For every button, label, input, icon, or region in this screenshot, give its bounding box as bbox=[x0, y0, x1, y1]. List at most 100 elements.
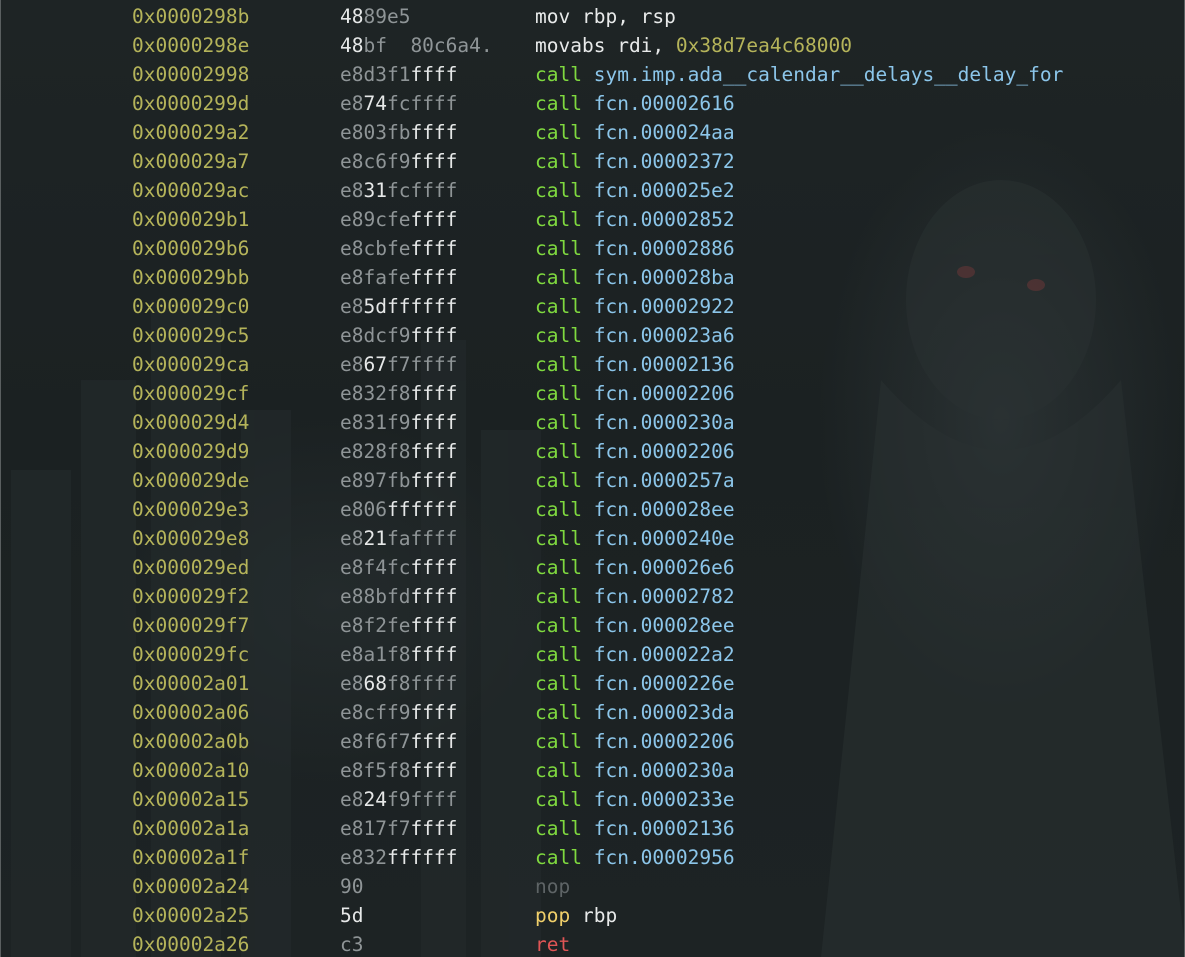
disasm-row[interactable]: 0x000029f7 e8f2feffff call fcn.000028ee bbox=[1, 611, 1184, 640]
instruction-operand[interactable]: fcn.00002206 bbox=[594, 440, 735, 463]
disasm-row[interactable]: 0x0000299d e874fcffff call fcn.00002616 bbox=[1, 89, 1184, 118]
instruction-operand[interactable]: fcn.000026e6 bbox=[594, 556, 735, 579]
instruction-bytes: e85dffffff bbox=[340, 292, 457, 321]
instruction: call fcn.000023a6 bbox=[535, 321, 735, 350]
disasm-row[interactable]: 0x000029ac e831fcffff call fcn.000025e2 bbox=[1, 176, 1184, 205]
instruction-operand[interactable]: sym.imp.ada__calendar__delays__delay_for bbox=[594, 63, 1064, 86]
disasm-row[interactable]: 0x000029b1 e89cfeffff call fcn.00002852 bbox=[1, 205, 1184, 234]
disasm-row[interactable]: 0x000029e3 e806ffffff call fcn.000028ee bbox=[1, 495, 1184, 524]
disasm-row[interactable]: 0x000029c5 e8dcf9ffff call fcn.000023a6 bbox=[1, 321, 1184, 350]
instruction-operand[interactable]: fcn.0000240e bbox=[594, 527, 735, 550]
instruction-address: 0x000029f7 bbox=[132, 614, 250, 637]
disasm-row[interactable]: 0x000029d9 e828f8ffff call fcn.00002206 bbox=[1, 437, 1184, 466]
bytes-dim: e8cbfe bbox=[340, 237, 411, 260]
instruction-operand[interactable]: fcn.000023a6 bbox=[594, 324, 735, 347]
instruction-operand[interactable]: fcn.000025e2 bbox=[594, 179, 735, 202]
instruction-operand[interactable]: fcn.00002852 bbox=[594, 208, 735, 231]
instruction-operand: rbp bbox=[581, 904, 618, 927]
instruction-mnemonic: call bbox=[535, 759, 582, 782]
instruction: call fcn.00002852 bbox=[535, 205, 735, 234]
instruction: call fcn.00002206 bbox=[535, 437, 735, 466]
instruction-bytes: e831fcffff bbox=[340, 176, 457, 205]
bytes-bright: 21 bbox=[363, 527, 387, 550]
disasm-row[interactable]: 0x000029e8 e821faffff call fcn.0000240e bbox=[1, 524, 1184, 553]
disasm-row[interactable]: 0x0000298e 48bf 80c6a4. movabs rdi, 0x38d7… bbox=[1, 31, 1184, 60]
instruction: call fcn.00002922 bbox=[535, 292, 735, 321]
disasm-row[interactable]: 0x000029f2 e88bfdffff call fcn.00002782 bbox=[1, 582, 1184, 611]
instruction-operand[interactable]: fcn.00002136 bbox=[594, 817, 735, 840]
instruction: call fcn.000025e2 bbox=[535, 176, 735, 205]
instruction-operand: rbp, rsp bbox=[581, 5, 676, 28]
instruction-bytes: 5d bbox=[340, 901, 363, 930]
disasm-row[interactable]: 0x00002a01 e868f8ffff call fcn.0000226e bbox=[1, 669, 1184, 698]
disasm-row[interactable]: 0x000029a2 e803fbffff call fcn.000024aa bbox=[1, 118, 1184, 147]
bytes-dim: e89cfe bbox=[340, 208, 411, 231]
disasm-row[interactable]: 0x00002a06 e8cff9ffff call fcn.000023da bbox=[1, 698, 1184, 727]
disasm-row[interactable]: 0x00002a26 c3 ret bbox=[1, 930, 1184, 957]
instruction-operand[interactable]: fcn.00002782 bbox=[594, 585, 735, 608]
bytes-bright: 5d bbox=[340, 904, 364, 927]
disasm-row[interactable]: 0x000029fc e8a1f8ffff call fcn.000022a2 bbox=[1, 640, 1184, 669]
instruction-address: 0x00002a06 bbox=[132, 701, 250, 724]
instruction: call fcn.000022a2 bbox=[535, 640, 735, 669]
instruction-operand[interactable]: fcn.0000233e bbox=[594, 788, 735, 811]
instruction-address: 0x000029ed bbox=[132, 556, 250, 579]
disasm-row[interactable]: 0x00002a24 90 nop bbox=[1, 872, 1184, 901]
instruction-address: 0x00002a1f bbox=[132, 846, 250, 869]
instruction-operand[interactable]: fcn.00002206 bbox=[594, 382, 735, 405]
instruction-operand[interactable]: fcn.000022a2 bbox=[594, 643, 735, 666]
disasm-row[interactable]: 0x00002a25 5d pop rbp bbox=[1, 901, 1184, 930]
instruction-mnemonic: call bbox=[535, 237, 582, 260]
instruction-bytes: e831f9ffff bbox=[340, 408, 457, 437]
instruction-operand[interactable]: fcn.0000257a bbox=[594, 469, 735, 492]
instruction-bytes: e8fafeffff bbox=[340, 263, 457, 292]
instruction-operand[interactable]: fcn.000028ee bbox=[594, 498, 735, 521]
instruction: call fcn.0000233e bbox=[535, 785, 735, 814]
terminal-window[interactable]: 0x0000298b 4889e5 mov rbp, rsp 0x0000298e 48… bbox=[0, 0, 1185, 957]
instruction-operand[interactable]: fcn.00002956 bbox=[594, 846, 735, 869]
instruction-operand[interactable]: fcn.0000226e bbox=[594, 672, 735, 695]
instruction-operand[interactable]: fcn.0000230a bbox=[594, 759, 735, 782]
instruction-address: 0x0000299d bbox=[132, 92, 250, 115]
disasm-row[interactable]: 0x000029b6 e8cbfeffff call fcn.00002886 bbox=[1, 234, 1184, 263]
instruction-mnemonic: call bbox=[535, 353, 582, 376]
disasm-row[interactable]: 0x000029ed e8f4fcffff call fcn.000026e6 bbox=[1, 553, 1184, 582]
instruction-address: 0x000029ca bbox=[132, 353, 250, 376]
instruction-operand[interactable]: fcn.000028ee bbox=[594, 614, 735, 637]
instruction-address: 0x00002a25 bbox=[132, 904, 250, 927]
disasm-row[interactable]: 0x000029ca e867f7ffff call fcn.00002136 bbox=[1, 350, 1184, 379]
disasm-row[interactable]: 0x00002a10 e8f5f8ffff call fcn.0000230a bbox=[1, 756, 1184, 785]
disasm-row[interactable]: 0x00002a1a e817f7ffff call fcn.00002136 bbox=[1, 814, 1184, 843]
instruction-operand[interactable]: fcn.000023da bbox=[594, 701, 735, 724]
instruction-operand[interactable]: fcn.000024aa bbox=[594, 121, 735, 144]
disasm-row[interactable]: 0x000029bb e8fafeffff call fcn.000028ba bbox=[1, 263, 1184, 292]
instruction-address: 0x00002a24 bbox=[132, 875, 250, 898]
disasm-row[interactable]: 0x000029de e897fbffff call fcn.0000257a bbox=[1, 466, 1184, 495]
disasm-row[interactable]: 0x000029d4 e831f9ffff call fcn.0000230a bbox=[1, 408, 1184, 437]
disasm-row[interactable]: 0x000029a7 e8c6f9ffff call fcn.00002372 bbox=[1, 147, 1184, 176]
instruction: call fcn.0000257a bbox=[535, 466, 735, 495]
instruction-operand[interactable]: fcn.000028ba bbox=[594, 266, 735, 289]
instruction-bytes: e8dcf9ffff bbox=[340, 321, 457, 350]
disasm-row[interactable]: 0x00002a15 e824f9ffff call fcn.0000233e bbox=[1, 785, 1184, 814]
instruction-bytes: 4889e5 bbox=[340, 2, 410, 31]
bytes-bright: ffff bbox=[410, 382, 458, 405]
instruction-operand[interactable]: fcn.00002372 bbox=[594, 150, 735, 173]
disasm-row[interactable]: 0x0000298b 4889e5 mov rbp, rsp bbox=[1, 2, 1184, 31]
instruction-address: 0x00002998 bbox=[132, 63, 250, 86]
bytes-bright: ffff bbox=[410, 759, 458, 782]
instruction-address: 0x00002a01 bbox=[132, 672, 250, 695]
disasm-row[interactable]: 0x00002a1f e832ffffff call fcn.00002956 bbox=[1, 843, 1184, 872]
instruction-mnemonic: call bbox=[535, 614, 582, 637]
instruction-operand[interactable]: fcn.00002616 bbox=[594, 92, 735, 115]
disasm-row[interactable]: 0x00002998 e8d3f1ffff call sym.imp.ada__ca… bbox=[1, 60, 1184, 89]
instruction: call fcn.00002206 bbox=[535, 379, 735, 408]
disasm-row[interactable]: 0x000029cf e832f8ffff call fcn.00002206 bbox=[1, 379, 1184, 408]
instruction-operand[interactable]: fcn.00002136 bbox=[594, 353, 735, 376]
instruction-operand[interactable]: fcn.0000230a bbox=[594, 411, 735, 434]
instruction-operand[interactable]: fcn.00002922 bbox=[594, 295, 735, 318]
instruction-operand[interactable]: fcn.00002206 bbox=[594, 730, 735, 753]
disasm-row[interactable]: 0x00002a0b e8f6f7ffff call fcn.00002206 bbox=[1, 727, 1184, 756]
instruction-operand[interactable]: fcn.00002886 bbox=[594, 237, 735, 260]
disasm-row[interactable]: 0x000029c0 e85dffffff call fcn.00002922 bbox=[1, 292, 1184, 321]
